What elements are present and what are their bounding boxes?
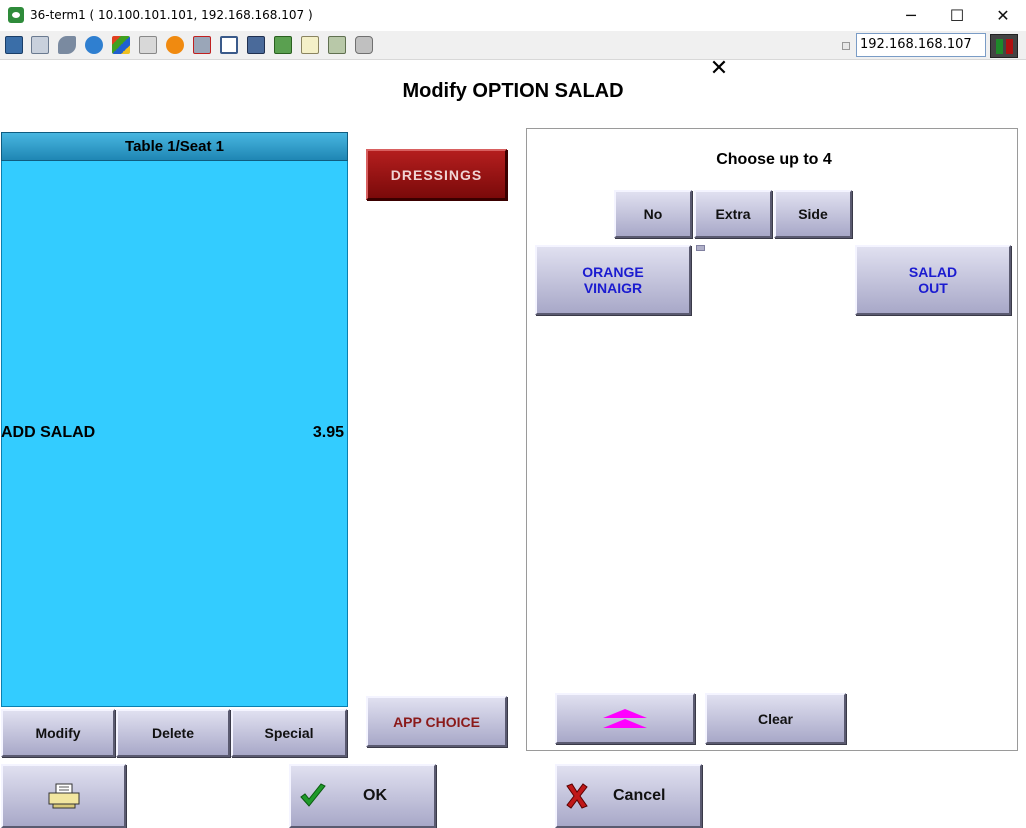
printer-icon [48,783,79,809]
monitor-icon[interactable] [5,36,23,54]
alert-icon[interactable] [166,36,184,54]
app-icon [8,7,24,23]
refresh-icon[interactable] [85,36,103,54]
ok-button[interactable]: OK [289,764,436,828]
tools-icon[interactable] [58,36,76,54]
option-line-2: OUT [918,280,948,296]
map-icon[interactable] [328,36,346,54]
page-title: Modify OPTION SALAD [402,80,624,102]
option-line-1: ORANGE [582,264,644,280]
modify-button[interactable]: Modify [1,709,115,757]
option-line-1: SALAD [908,264,958,280]
cancel-button[interactable]: Cancel [555,764,702,828]
extra-qualifier-button[interactable]: Extra [694,190,772,238]
connection-status-icon [990,34,1018,58]
keyboard-icon[interactable] [139,36,157,54]
app-choice-category-button[interactable]: APP CHOICE [366,696,507,747]
display-icon[interactable] [247,36,265,54]
checkmark-icon [300,783,326,807]
chat-icon[interactable] [355,36,373,54]
order-header: Table 1/Seat 1 [1,132,348,161]
double-chevron-up-icon [603,708,647,728]
toolbar-separator [842,42,850,50]
network-icon[interactable] [193,36,211,54]
option-line-2: VINAIGR [583,280,643,296]
choose-label: Choose up to 4 [716,151,832,168]
clear-button[interactable]: Clear [705,693,846,744]
no-qualifier-button[interactable]: No [614,190,692,238]
minimize-button[interactable]: ─ [888,0,934,31]
modifier-panel [526,128,1018,751]
windows-logo-icon[interactable] [112,36,130,54]
dressings-category-button[interactable]: DRESSINGS [366,149,507,200]
side-qualifier-button[interactable]: Side [774,190,852,238]
selection-marker [696,245,705,251]
scroll-up-button[interactable] [555,693,695,744]
transfer-icon[interactable] [274,36,292,54]
cancel-label: Cancel [613,787,666,804]
salad-out-option-button[interactable]: SALAD OUT [855,245,1011,315]
print-button[interactable] [1,764,126,828]
ok-label: OK [363,787,387,804]
maximize-button[interactable]: ☐ [934,0,980,31]
orange-vinaigrette-option-button[interactable]: ORANGE VINAIGR [535,245,691,315]
note-icon[interactable] [301,36,319,54]
special-button[interactable]: Special [231,709,347,757]
delete-button[interactable]: Delete [116,709,230,757]
screen-close-button[interactable]: ✕ [706,58,732,82]
ip-address-field[interactable]: 192.168.168.107 [856,33,986,57]
order-item-price: 3.95 [312,424,344,441]
windows-icon[interactable] [31,36,49,54]
fullscreen-icon[interactable] [220,36,238,54]
window-close-button[interactable]: ✕ [980,0,1026,31]
x-mark-icon [566,783,588,809]
window-title: 36-term1 ( 10.100.101.101, 192.168.168.1… [30,8,313,22]
